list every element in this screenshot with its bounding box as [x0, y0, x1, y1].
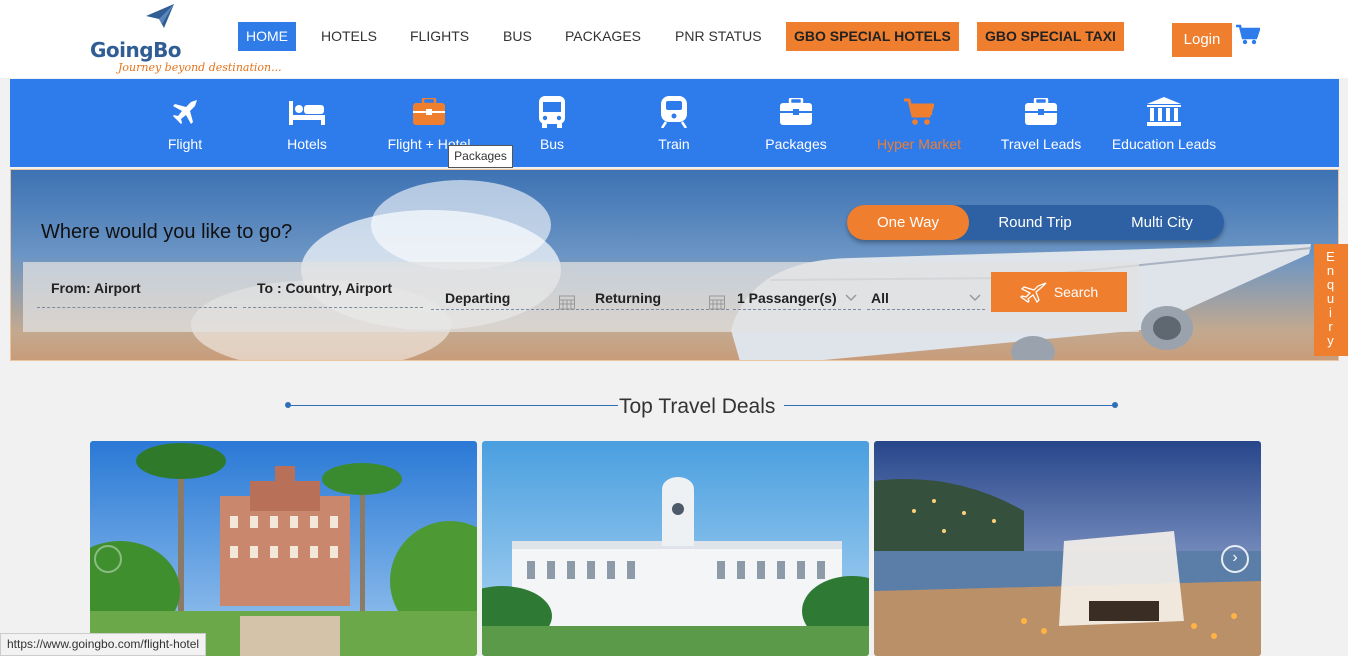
trip-one-way[interactable]: One Way	[847, 205, 969, 240]
calendar-icon	[559, 295, 575, 310]
service-education-leads[interactable]: Education Leads	[1104, 94, 1224, 152]
deal-card[interactable]	[874, 441, 1261, 656]
cloud-decoration	[371, 180, 551, 270]
briefcase-icon	[413, 98, 445, 125]
bus-icon	[539, 96, 565, 128]
bed-icon	[289, 101, 325, 125]
status-bar-url: https://www.goingbo.com/flight-hotel	[0, 633, 207, 656]
passengers-select[interactable]: 1 Passanger(s)	[733, 272, 861, 310]
deal-card[interactable]	[482, 441, 869, 656]
service-hyper-market[interactable]: Hyper Market	[859, 94, 979, 152]
paper-plane-icon	[146, 4, 174, 28]
trip-multi-city[interactable]: Multi City	[1102, 205, 1222, 240]
trip-type-toggle: One Way Round Trip Multi City	[847, 205, 1224, 240]
carousel-next-button[interactable]: ›	[1221, 545, 1249, 573]
class-select[interactable]: All	[867, 272, 985, 310]
departing-field[interactable]: Departing	[431, 272, 579, 310]
to-field[interactable]: To : Country, Airport	[243, 270, 423, 308]
briefcase-icon	[1025, 98, 1057, 125]
enquiry-tab[interactable]: E n q u i r y	[1314, 244, 1348, 356]
login-button[interactable]: Login	[1172, 23, 1232, 57]
nav-packages[interactable]: PACKAGES	[565, 22, 641, 51]
institution-icon	[1147, 97, 1181, 126]
service-packages[interactable]: Packages	[736, 94, 856, 152]
cart-icon	[904, 98, 934, 125]
deal-card[interactable]	[90, 441, 477, 656]
title-dot	[1112, 402, 1118, 408]
calendar-icon	[709, 295, 725, 310]
header: GoingBo Journey beyond destination... HO…	[0, 0, 1348, 78]
nav-special-hotels[interactable]: GBO SPECIAL HOTELS	[786, 22, 959, 51]
hero-title: Where would you like to go?	[41, 221, 293, 243]
service-hotels[interactable]: Hotels	[247, 94, 367, 152]
service-travel-leads[interactable]: Travel Leads	[981, 94, 1101, 152]
service-train[interactable]: Train	[614, 94, 734, 152]
logo-name: GoingBo	[90, 38, 182, 62]
service-flight[interactable]: Flight	[125, 94, 245, 152]
search-form: From: Airport To : Country, Airport Depa…	[23, 262, 1139, 332]
logo-tagline: Journey beyond destination...	[118, 61, 282, 74]
nav-bus[interactable]: BUS	[503, 22, 532, 51]
plane-icon	[1019, 282, 1047, 303]
title-line	[288, 405, 618, 406]
carousel-prev-button[interactable]	[94, 545, 122, 573]
service-bus[interactable]: Bus	[492, 94, 612, 152]
plane-icon	[173, 100, 197, 124]
train-icon	[661, 96, 687, 128]
search-button[interactable]: Search	[991, 272, 1127, 312]
tooltip: Packages	[448, 145, 513, 168]
service-bar: Flight Hotels Flight + Hotel Bus Train P…	[10, 79, 1339, 167]
title-line	[784, 405, 1114, 406]
nav-flights[interactable]: FLIGHTS	[410, 22, 469, 51]
deal-image-beach	[874, 441, 1261, 656]
trip-round-trip[interactable]: Round Trip	[975, 205, 1095, 240]
nav-special-taxi[interactable]: GBO SPECIAL TAXI	[977, 22, 1124, 51]
returning-field[interactable]: Returning	[581, 272, 729, 310]
from-field[interactable]: From: Airport	[37, 270, 237, 308]
chevron-down-icon	[845, 294, 857, 302]
nav-home[interactable]: HOME	[238, 22, 296, 51]
deals-title: Top Travel Deals	[619, 395, 776, 418]
chevron-down-icon	[969, 294, 981, 302]
service-flight-hotel[interactable]: Flight + Hotel	[369, 94, 489, 152]
deal-image-building	[482, 441, 869, 656]
cart-icon[interactable]	[1236, 24, 1260, 46]
hero-search: Where would you like to go? One Way Roun…	[10, 169, 1339, 361]
briefcase-icon	[780, 98, 812, 125]
nav-pnr-status[interactable]: PNR STATUS	[675, 22, 762, 51]
nav-hotels[interactable]: HOTELS	[321, 22, 377, 51]
deal-image-palace	[90, 441, 477, 656]
